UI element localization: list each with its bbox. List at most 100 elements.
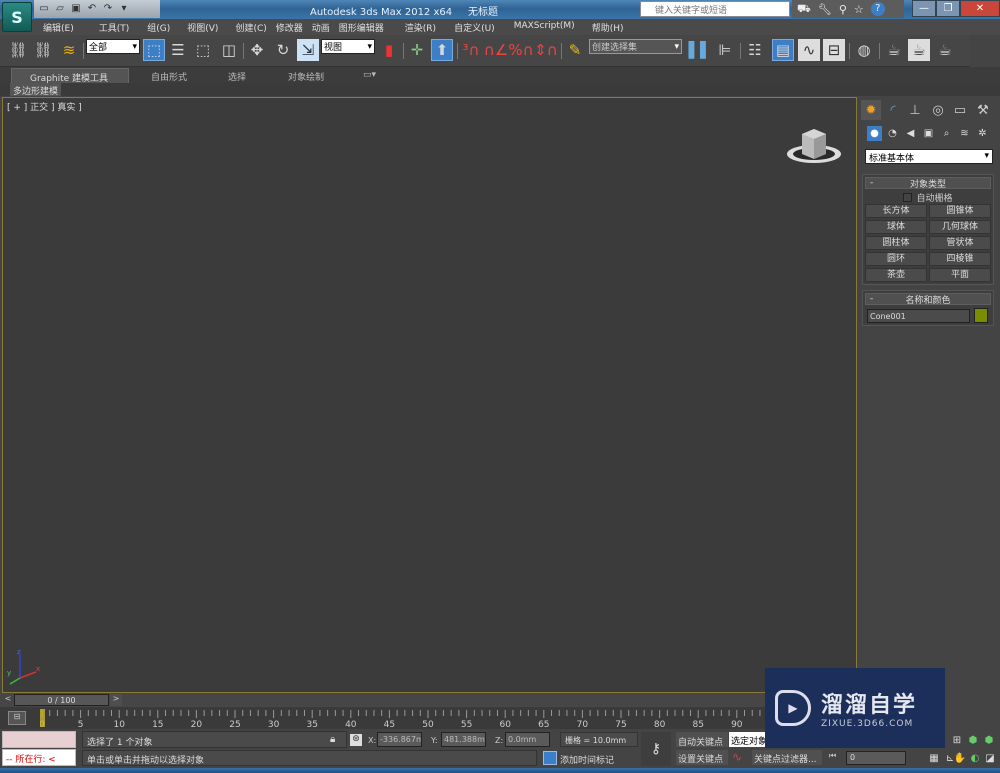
menu-modifiers[interactable]: 修改器	[276, 19, 312, 35]
angle-snap-icon[interactable]: ∩∠	[484, 39, 508, 61]
link-icon[interactable]: ⛓	[7, 39, 29, 61]
menu-group[interactable]: 组(G)	[138, 19, 179, 35]
zoom-all-icon[interactable]: ⊞	[950, 733, 964, 747]
tube-button[interactable]: 管状体	[929, 236, 991, 250]
menu-views[interactable]: 视图(V)	[179, 19, 227, 35]
render-setup-icon[interactable]: ☕	[883, 39, 905, 61]
layer-manager-icon[interactable]: ☷	[744, 39, 766, 61]
current-frame-spinner[interactable]: 0	[846, 751, 906, 765]
sphere-button[interactable]: 球体	[865, 220, 927, 234]
helpers-icon[interactable]: ⌕	[939, 126, 954, 141]
shapes-icon[interactable]: ◔	[885, 126, 900, 141]
frame-ruler[interactable]: 051015202530354045505560657075808590	[40, 707, 770, 729]
application-button[interactable]: S	[2, 2, 32, 32]
unlink-icon[interactable]: ⛓	[32, 39, 54, 61]
set-key-icon[interactable]: ⚷	[641, 732, 671, 766]
zoom-extents-selected-icon[interactable]: ⬢	[966, 733, 980, 747]
rect-selection-icon[interactable]: ⬚	[192, 39, 214, 61]
checkbox-box[interactable]	[903, 193, 913, 202]
schematic-view-icon[interactable]: ⊟	[823, 39, 845, 61]
spinner-snap-icon[interactable]: ⇕∩	[534, 39, 558, 61]
open-file-icon[interactable]: ▱	[54, 3, 66, 15]
satellite-icon[interactable]: ⚲	[839, 3, 847, 16]
minimize-button[interactable]: —	[912, 0, 936, 17]
prev-frame-button[interactable]: <	[2, 694, 14, 706]
render-production-icon[interactable]: ☕	[934, 39, 956, 61]
edit-named-sets-icon[interactable]: ✎	[564, 39, 586, 61]
geometry-icon[interactable]: ●	[867, 126, 882, 141]
reference-coord-dropdown[interactable]: 视图 ▾	[321, 39, 375, 54]
modify-icon[interactable]: ◜	[883, 100, 903, 120]
binoculars-icon[interactable]: ⛟	[797, 2, 811, 17]
menu-animation[interactable]: 动画	[312, 19, 339, 35]
ribbon-options-icon[interactable]: ▭▾	[363, 68, 376, 83]
save-icon[interactable]: ▣	[70, 3, 82, 15]
menu-tools[interactable]: 工具(T)	[83, 19, 139, 35]
redo-icon[interactable]: ↷	[102, 3, 114, 15]
key-mode-icon[interactable]: ∿	[732, 750, 748, 765]
cone-button[interactable]: 圆锥体	[929, 204, 991, 218]
primitive-type-dropdown[interactable]: 标准基本体 ▾	[865, 149, 993, 164]
set-key-button[interactable]: 设置关键点	[676, 750, 728, 765]
rollout-header[interactable]: - 名称和颜色	[865, 293, 991, 306]
menu-graph-editors[interactable]: 图形编辑器	[339, 19, 393, 35]
viewport-label[interactable]: [ + ] 正交 ] 真实 ]	[7, 100, 82, 113]
selection-filter-dropdown[interactable]: 全部 ▾	[86, 39, 140, 54]
zoom-extents-all-icon[interactable]: ⬢	[982, 733, 996, 747]
absolute-mode-icon[interactable]: ⊛	[350, 734, 362, 746]
new-file-icon[interactable]: ▭	[38, 3, 50, 15]
help-icon[interactable]: ?	[870, 2, 885, 16]
snap-3d-icon[interactable]: ³∩	[460, 39, 482, 61]
viewcube-icon[interactable]	[785, 124, 843, 166]
cameras-icon[interactable]: ▣	[921, 126, 936, 141]
display-icon[interactable]: ▭	[950, 100, 970, 120]
time-slider-thumb[interactable]: 0 / 100	[14, 694, 109, 706]
lock-icon[interactable]: 🔒︎	[330, 734, 335, 745]
zoom-extents-icon[interactable]: ▦	[927, 751, 941, 765]
z-coordinate-field[interactable]: 0.0mm	[505, 732, 550, 747]
rollout-header[interactable]: - 对象类型	[865, 177, 991, 190]
x-coordinate-field[interactable]: -336.867m	[377, 732, 422, 747]
search-input[interactable]	[640, 1, 790, 17]
menu-edit[interactable]: 编辑(E)	[43, 19, 83, 35]
pyramid-button[interactable]: 四棱锥	[929, 252, 991, 266]
current-frame-marker[interactable]	[40, 709, 45, 727]
space-warps-icon[interactable]: ≋	[957, 126, 972, 141]
tab-selection[interactable]: 选择	[228, 68, 246, 83]
tab-freeform[interactable]: 自由形式	[151, 68, 187, 83]
menu-create[interactable]: 创建(C)	[227, 19, 275, 35]
scale-icon[interactable]: ⇲	[297, 39, 319, 61]
key-selection-set-dropdown[interactable]: 选定对象	[729, 732, 769, 747]
graphite-toggle-icon[interactable]: ▤	[772, 39, 794, 61]
bind-space-warp-icon[interactable]: ≋	[58, 39, 80, 61]
curve-editor-icon[interactable]: ∿	[798, 39, 820, 61]
viewport-perspective[interactable]: [ + ] 正交 ] 真实 ] z x y	[2, 97, 857, 693]
tab-object-paint[interactable]: 对象绘制	[288, 68, 324, 83]
customize-dropdown-icon[interactable]: ▾	[118, 3, 130, 15]
object-color-swatch[interactable]	[974, 308, 988, 323]
torus-button[interactable]: 圆环	[865, 252, 927, 266]
geosphere-button[interactable]: 几何球体	[929, 220, 991, 234]
systems-icon[interactable]: ✲	[975, 126, 990, 141]
autogrid-checkbox[interactable]: 自动栅格	[863, 191, 993, 204]
utilities-icon[interactable]: ⚒	[973, 100, 993, 120]
key-mode-toggle-icon[interactable]: ⏮	[829, 751, 836, 761]
pan-icon[interactable]: ✋	[953, 751, 967, 765]
auto-key-button[interactable]: 自动关键点	[676, 732, 728, 748]
rotate-icon[interactable]: ↻	[272, 39, 294, 61]
maxscript-listener-input[interactable]	[2, 731, 76, 748]
window-crossing-icon[interactable]: ◫	[218, 39, 240, 61]
object-name-input[interactable]	[867, 309, 970, 323]
close-button[interactable]: ✕	[960, 0, 1000, 17]
select-by-name-icon[interactable]: ☰	[167, 39, 189, 61]
lights-icon[interactable]: ◀	[903, 126, 918, 141]
maximize-button[interactable]: ❐	[936, 0, 960, 17]
pivot-icon[interactable]: ▮	[378, 39, 400, 61]
create-icon[interactable]: ✹	[861, 100, 881, 120]
tab-graphite[interactable]: Graphite 建模工具	[11, 68, 129, 84]
menu-rendering[interactable]: 渲染(R)	[393, 19, 445, 35]
named-selection-dropdown[interactable]: 创建选择集 ▾	[589, 39, 682, 54]
track-bar[interactable]: ⊟ 051015202530354045505560657075808590	[0, 707, 770, 729]
orbit-icon[interactable]: ◐	[968, 751, 982, 765]
next-frame-button[interactable]: >	[110, 694, 122, 706]
